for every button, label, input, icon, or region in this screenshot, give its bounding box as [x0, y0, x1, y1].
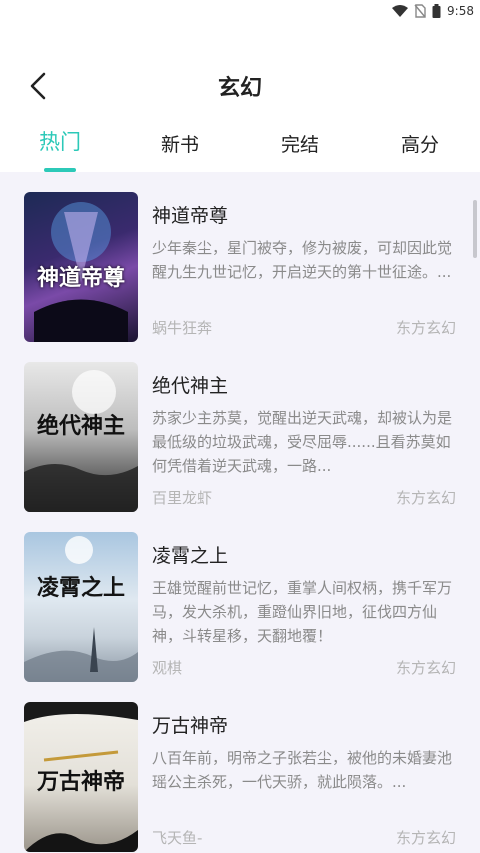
book-title: 神道帝尊 [152, 205, 229, 227]
book-description: 王雄觉醒前世记忆，重掌人间权柄，携千军万马，发大杀机，重蹬仙界旧地，征伐四方仙神… [152, 579, 453, 645]
book-meta: 百里龙虾 东方玄幻 [152, 487, 456, 508]
book-cover: 绝代神主 [24, 362, 138, 512]
book-description: 八百年前，明帝之子张若尘，被他的未婚妻池瑶公主杀死，一代天骄，就此陨落。... [152, 749, 453, 791]
book-description: 苏家少主苏莫，觉醒出逆天武魂，却被认为是最低级的垃圾武魂，受尽屈辱......且… [152, 409, 453, 475]
tab-label: 新书 [160, 134, 199, 156]
tab-top-rated[interactable]: 高分 [360, 118, 480, 172]
cover-title: 凌霄之上 [36, 575, 125, 601]
book-author: 百里龙虾 [152, 489, 213, 507]
book-title: 万古神帝 [152, 715, 229, 737]
tab-new[interactable]: 新书 [120, 118, 240, 172]
book-title: 凌霄之上 [152, 545, 229, 567]
cover-title: 万古神帝 [36, 769, 125, 795]
scrollbar[interactable] [473, 200, 477, 258]
tab-label: 高分 [400, 134, 439, 156]
wifi-icon [392, 5, 409, 17]
list-item[interactable]: 凌霄之上 凌霄之上 王雄觉醒前世记忆，重掌人间权柄，携千军万马，发大杀机，重蹬仙… [24, 532, 456, 682]
book-cover: 万古神帝 [24, 702, 138, 852]
no-sim-icon [414, 4, 426, 18]
list-item[interactable]: 万古神帝 万古神帝 八百年前，明帝之子张若尘，被他的未婚妻池瑶公主杀死，一代天骄… [24, 702, 456, 852]
chevron-left-icon [30, 72, 46, 100]
book-author: 飞天鱼- [152, 829, 203, 847]
cover-title: 绝代神主 [36, 413, 125, 439]
tab-label: 热门 [39, 130, 81, 154]
list-item[interactable]: 绝代神主 绝代神主 苏家少主苏莫，觉醒出逆天武魂，却被认为是最低级的垃圾武魂，受… [24, 362, 456, 512]
book-meta: 蜗牛狂奔 东方玄幻 [152, 317, 456, 338]
header: 玄幻 [0, 58, 480, 114]
book-list[interactable]: 神道帝尊 神道帝尊 少年秦尘，星门被夺，修为被废，可却因此觉醒九生九世记忆，开启… [0, 172, 480, 853]
book-author: 蜗牛狂奔 [152, 319, 213, 337]
list-item[interactable]: 神道帝尊 神道帝尊 少年秦尘，星门被夺，修为被废，可却因此觉醒九生九世记忆，开启… [24, 192, 456, 342]
book-info: 绝代神主 苏家少主苏莫，觉醒出逆天武魂，却被认为是最低级的垃圾武魂，受尽屈辱..… [152, 362, 456, 512]
book-category: 东方玄幻 [395, 659, 456, 677]
book-title: 绝代神主 [152, 375, 229, 397]
category-tabs: 热门 新书 完结 高分 [0, 118, 480, 172]
back-button[interactable] [22, 70, 54, 102]
tab-hot[interactable]: 热门 [0, 118, 120, 172]
status-time: 9:58 [447, 4, 474, 18]
book-author: 观棋 [152, 659, 183, 677]
book-meta: 观棋 东方玄幻 [152, 657, 456, 678]
book-info: 凌霄之上 王雄觉醒前世记忆，重掌人间权柄，携千军万马，发大杀机，重蹬仙界旧地，征… [152, 532, 456, 682]
book-description: 少年秦尘，星门被夺，修为被废，可却因此觉醒九生九世记忆，开启逆天的第十世征途。.… [152, 239, 453, 281]
book-category: 东方玄幻 [395, 319, 456, 337]
book-cover: 凌霄之上 [24, 532, 138, 682]
tab-finished[interactable]: 完结 [240, 118, 360, 172]
book-info: 神道帝尊 少年秦尘，星门被夺，修为被废，可却因此觉醒九生九世记忆，开启逆天的第十… [152, 192, 456, 342]
tab-label: 完结 [280, 134, 319, 156]
book-info: 万古神帝 八百年前，明帝之子张若尘，被他的未婚妻池瑶公主杀死，一代天骄，就此陨落… [152, 702, 456, 852]
book-category: 东方玄幻 [395, 829, 456, 847]
book-cover: 神道帝尊 [24, 192, 138, 342]
status-bar: 9:58 [0, 0, 480, 22]
battery-icon [432, 4, 441, 18]
page-title: 玄幻 [217, 76, 262, 101]
book-category: 东方玄幻 [395, 489, 456, 507]
book-meta: 飞天鱼- 东方玄幻 [152, 827, 456, 848]
cover-title: 神道帝尊 [36, 265, 125, 291]
